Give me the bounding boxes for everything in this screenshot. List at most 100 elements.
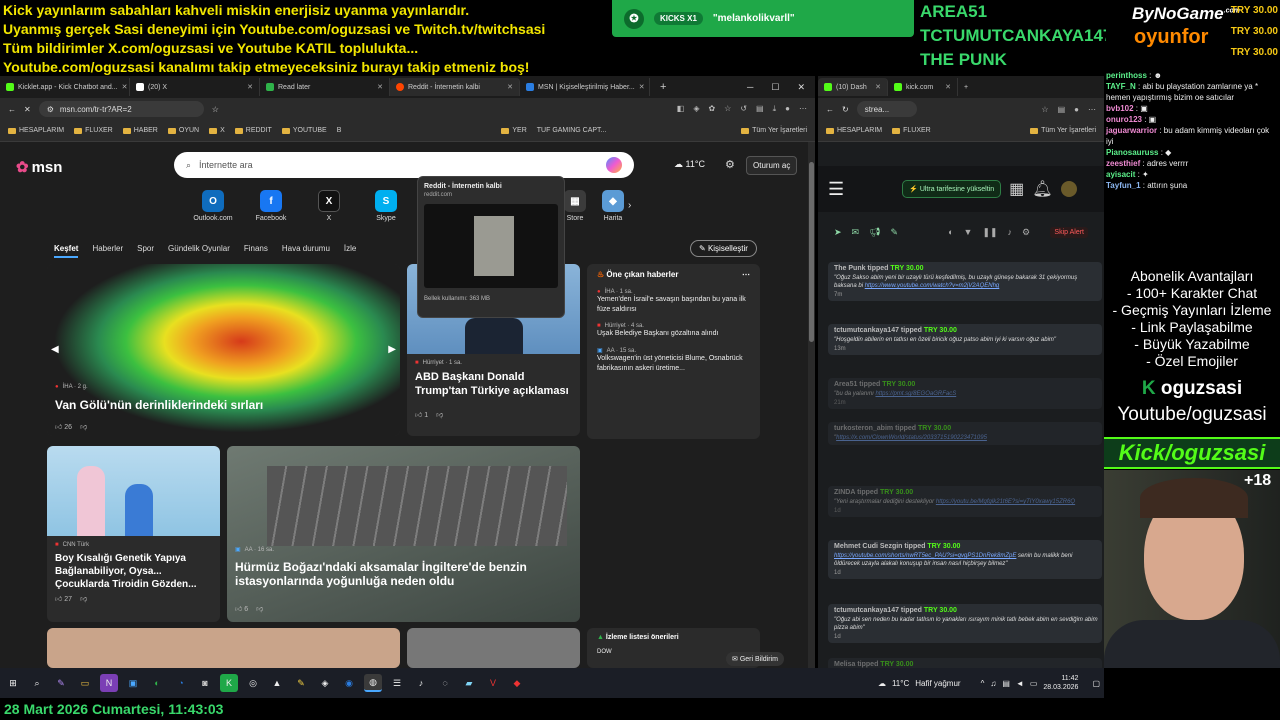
edge-dev-icon[interactable]: ◐ (148, 674, 166, 692)
dislike-icon[interactable]: 👎︎ (436, 410, 443, 419)
upgrade-button[interactable]: ⚡ Ultra tarifesine yükseltin (902, 180, 1002, 198)
tab-dashboard[interactable]: (10) Dash ✕ (818, 78, 888, 96)
quick-link-skype[interactable]: S Skype (361, 190, 411, 222)
tab-haberler[interactable]: Haberler (92, 244, 123, 258)
volume-icon[interactable]: ♪ (1008, 227, 1013, 237)
profile-icon[interactable]: ● (785, 104, 790, 114)
bookmark-b[interactable]: B (337, 127, 342, 134)
tab-kicklet[interactable]: Kicklet.app - Kick Chatbot and... ✕ (0, 78, 130, 96)
weather-widget[interactable]: ☁ 11°C (674, 159, 705, 170)
tip-link[interactable]: https://www.youtube.com/watch?v=m2jV2AQE… (865, 283, 1000, 289)
settings-icon[interactable]: ⚙ (1022, 227, 1030, 238)
close-icon[interactable]: ✕ (945, 83, 951, 91)
scrollbar-thumb[interactable] (809, 162, 814, 342)
start-icon[interactable]: ⊞ (4, 674, 22, 692)
like-icon[interactable]: 👍︎ 26 (55, 422, 72, 431)
close-icon[interactable]: ✕ (639, 83, 645, 91)
app-icon[interactable]: ☰ (388, 674, 406, 692)
close-icon[interactable]: ✕ (247, 83, 253, 91)
shield-icon[interactable]: ◐ (948, 227, 953, 237)
monitor-icon[interactable]: ▣ (124, 674, 142, 692)
kicklet-app-icon[interactable]: K (220, 674, 238, 692)
battery-icon[interactable]: ▭ (1030, 679, 1038, 688)
like-icon[interactable]: 👍︎ 6 (235, 604, 248, 613)
card-title[interactable]: ABD Başkanı Donald Trump'tan Türkiye açı… (415, 370, 572, 398)
app-icon[interactable]: ◆ (508, 674, 526, 692)
bookmark-fluxer[interactable]: FLUXER (892, 127, 931, 134)
bookmark-hesaplarim[interactable]: HESAPLARIM (8, 127, 64, 134)
extension-icon[interactable]: ✿ (708, 104, 715, 114)
edge-icon[interactable]: ◔ (172, 674, 190, 692)
notes-icon[interactable]: ✎ (292, 674, 310, 692)
history-icon[interactable]: ↺ (740, 104, 747, 114)
menu-icon[interactable]: ⋯ (1088, 105, 1096, 114)
back-icon[interactable]: ← (8, 105, 16, 114)
app-icon[interactable]: ◌ (436, 674, 454, 692)
next-arrow-icon[interactable]: ▶ (388, 344, 396, 355)
gift-icon[interactable]: ✉ (852, 227, 860, 238)
dislike-icon[interactable]: 👎︎ (80, 422, 87, 431)
tab-oyunlar[interactable]: Gündelik Oyunlar (168, 244, 230, 258)
app-icon[interactable]: ◉ (340, 674, 358, 692)
extension-icon[interactable]: ◈ (693, 104, 699, 114)
tab-finans[interactable]: Finans (244, 244, 268, 258)
tab-msn[interactable]: MSN | Kişiselleştirilmiş Haber... ✕ (520, 78, 650, 96)
bookmark-reddit[interactable]: REDDIT (234, 127, 272, 134)
pen-icon[interactable]: ✎ (52, 674, 70, 692)
weather-icon[interactable]: ☁ (878, 679, 886, 688)
reload-icon[interactable]: ↻ (842, 105, 849, 114)
close-window-icon[interactable]: ✕ (797, 82, 805, 93)
bookmark-oyun[interactable]: OYUN (167, 127, 199, 134)
favorites-icon[interactable]: ☆ (724, 104, 731, 114)
extension-icon[interactable]: ◧ (677, 104, 685, 114)
news-card-bottom-1[interactable] (47, 628, 400, 668)
tiktok-icon[interactable]: ♪ (412, 674, 430, 692)
minimize-icon[interactable]: ─ (747, 82, 753, 93)
like-icon[interactable]: 👍︎ 1 (415, 410, 428, 419)
notifications-icon[interactable]: ▢ (1092, 679, 1100, 688)
onenote-icon[interactable]: N (100, 674, 118, 692)
bookmark-x[interactable]: X (209, 127, 225, 134)
vivaldi-icon[interactable]: V (484, 674, 502, 692)
tab-kesfet[interactable]: Keşfet (54, 244, 79, 258)
favorites-icon[interactable]: ☆ (1041, 105, 1048, 114)
top-story-item[interactable]: ■ Hürriyet · 4 sa. Uşak Belediye Başkanı … (597, 323, 750, 339)
tray-clock[interactable]: 11:42 28.03.2026 (1043, 674, 1078, 692)
downloads-icon[interactable]: ⤓ (773, 104, 777, 114)
close-icon[interactable]: ✕ (507, 83, 513, 91)
news-card-kids[interactable]: ■ CNN Türk Boy Kısalığı Genetik Yapıya Ba… (47, 446, 220, 622)
card-title[interactable]: Hürmüz Boğazı'ndaki aksamalar İngiltere'… (235, 560, 575, 588)
news-card-bottom-2[interactable] (407, 628, 580, 668)
signin-button[interactable]: Oturum aç (746, 156, 798, 175)
tab-read-later[interactable]: Read later ✕ (260, 78, 390, 96)
quick-link-facebook[interactable]: f Facebook (246, 190, 296, 222)
mic-icon[interactable]: ♫ (990, 679, 996, 688)
top-story-item[interactable]: ● İHA · 1 sa. Yemen'den İsrail'e savaşın … (597, 289, 750, 315)
news-card-traffic[interactable]: ▣ AA · 16 sa. Hürmüz Boğazı'ndaki aksamal… (227, 446, 580, 622)
apps-grid-icon[interactable]: ▦ (1009, 179, 1024, 199)
bookmark-tuf[interactable]: TUF GAMING CAPT... (537, 127, 607, 134)
tip-link[interactable]: https://x.com/ClownWorld/status/20337151… (836, 435, 987, 441)
top-story-item[interactable]: ▣ AA · 15 sa. Volkswagen'in üst yöneticis… (597, 347, 750, 374)
file-explorer-icon[interactable]: ▭ (76, 674, 94, 692)
collections-icon[interactable]: ▤ (756, 104, 764, 114)
obs-icon[interactable]: ◎ (244, 674, 262, 692)
bookmark-hesaplarim[interactable]: HESAPLARIM (826, 127, 882, 134)
msn-logo[interactable]: ✿ msn (16, 158, 62, 177)
steam-icon[interactable]: ◈ (316, 674, 334, 692)
dislike-icon[interactable]: 👎︎ (80, 594, 87, 603)
network-icon[interactable]: ▤ (1002, 679, 1010, 688)
card-title[interactable]: Boy Kısalığı Genetik Yapıya Bağlanabiliy… (55, 552, 212, 591)
customize-button[interactable]: ✎ Kişiselleştir (690, 240, 757, 257)
avatar[interactable] (1060, 181, 1077, 197)
close-icon[interactable]: ✕ (875, 83, 881, 91)
chevron-up-icon[interactable]: ^ (981, 679, 985, 688)
quick-link-outlook[interactable]: O Outlook.com (188, 190, 238, 222)
dislike-icon[interactable]: 👎︎ (256, 604, 263, 613)
close-icon[interactable]: ✕ (377, 83, 383, 91)
filter-icon[interactable]: ▼ (964, 227, 973, 237)
all-bookmarks[interactable]: Tüm Yer İşaretleri (741, 127, 807, 134)
new-tab-icon[interactable]: + (660, 81, 666, 93)
quick-link-x[interactable]: XX (304, 190, 354, 222)
close-icon[interactable]: ✕ (122, 83, 128, 91)
